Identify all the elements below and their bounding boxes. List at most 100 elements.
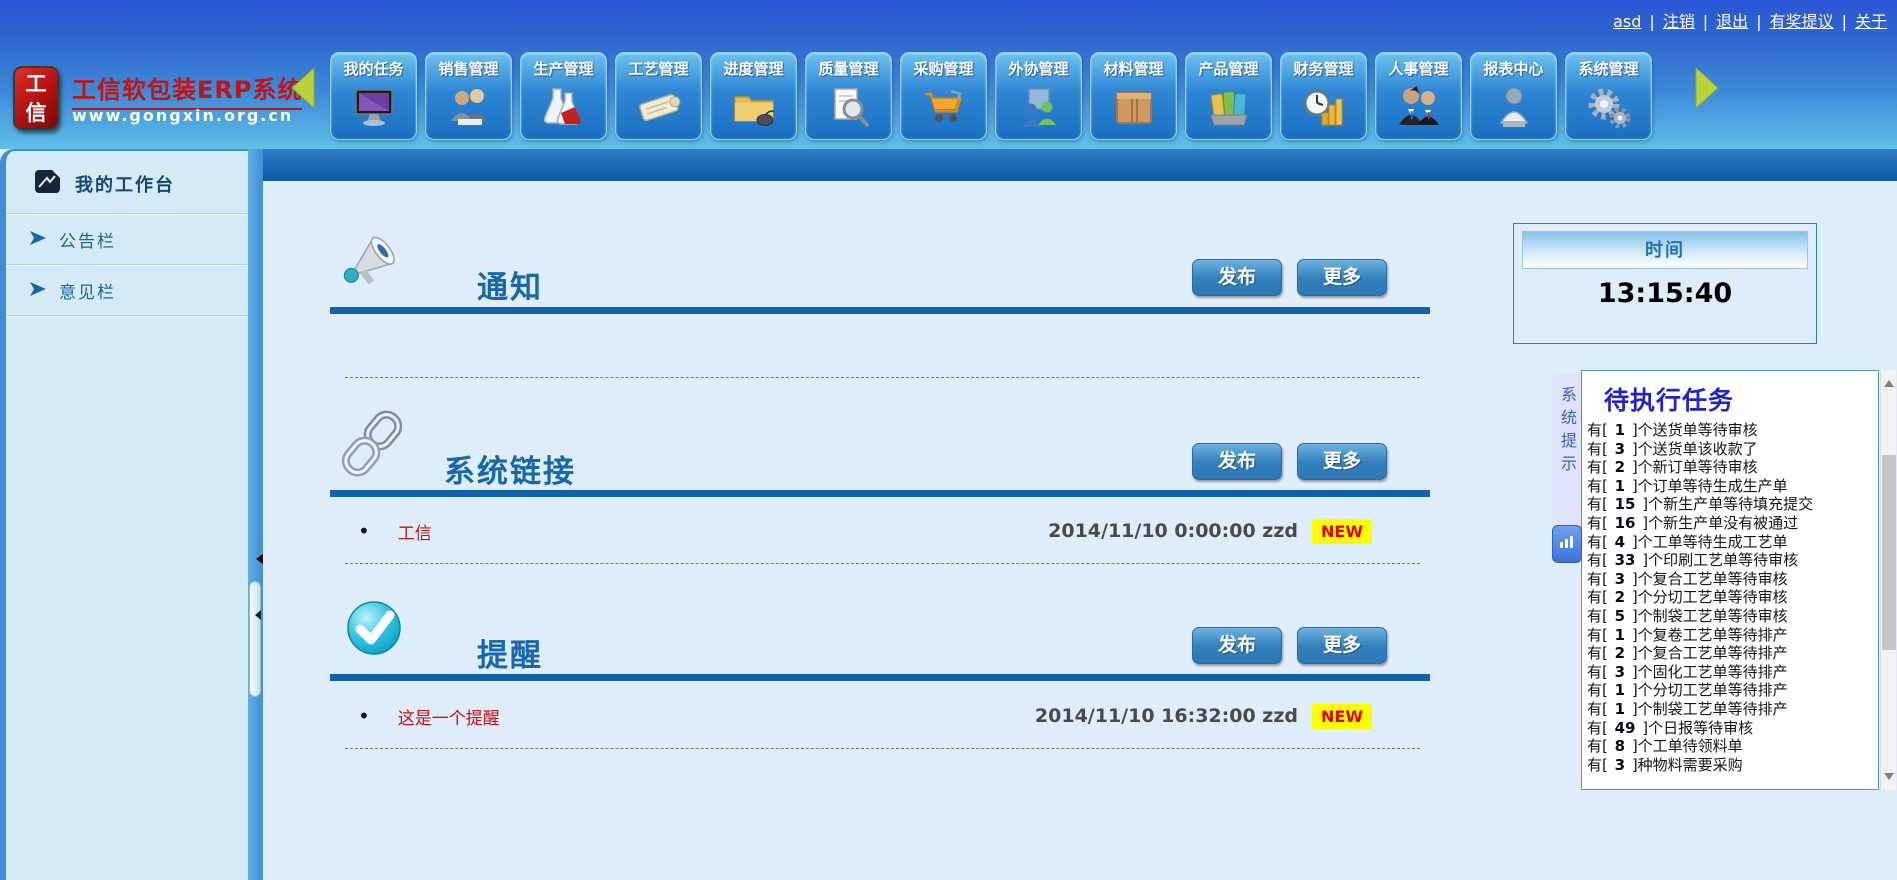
section-divider — [345, 563, 1420, 564]
box-icon — [1111, 85, 1157, 131]
task-item: 有[ 1 ]个送货单等待审核 — [1587, 421, 1758, 439]
content-top-bar — [263, 149, 1897, 181]
nav-item-2[interactable]: 生产管理 — [520, 52, 607, 140]
task-item: 有[ 1 ]个分切工艺单等待排产 — [1587, 681, 1788, 700]
links-section-rule — [330, 490, 1430, 497]
notice-publish-button[interactable]: 发布 — [1192, 259, 1282, 296]
task-list: 有[ 1 ]个送货单等待审核 有[ 3 ]个送货单该收款了 有[ 2 ]个新订单等待… — [1582, 421, 1878, 774]
link-separator: | — [1756, 12, 1762, 31]
reminder-entry-meta: 2014/11/10 16:32:00 zzd — [1034, 705, 1299, 727]
link-separator: | — [1702, 12, 1709, 31]
sidebar: 我的工作台 公告栏意见栏 — [0, 149, 248, 880]
nav-item-7[interactable]: 外协管理 — [995, 52, 1082, 140]
task-item: 有[ 8 ]个工单待领料单 — [1587, 737, 1743, 756]
nav-item-13[interactable]: 系统管理 — [1565, 52, 1652, 140]
nav-item-5[interactable]: 质量管理 — [805, 52, 892, 140]
nav-item-label: 报表中心 — [1483, 60, 1544, 78]
arrow-icon — [28, 280, 48, 302]
nav-item-8[interactable]: 材料管理 — [1090, 52, 1177, 140]
sidebar-item-1[interactable]: 意见栏 — [6, 265, 248, 316]
task-item: 有[ 1 ]个复卷工艺单等待排产 — [1587, 625, 1788, 644]
brand-logo: 工 信 — [13, 66, 59, 130]
task-item: 有[ 1 ]个订单等待生成生产单 — [1587, 476, 1788, 495]
sidebar-items: 公告栏意见栏 — [6, 214, 248, 316]
nav-item-12[interactable]: 报表中心 — [1470, 52, 1557, 140]
scroll-down-icon[interactable] — [1884, 773, 1894, 785]
app-title: 工信软包装ERP系统 — [72, 70, 303, 110]
reminder-section-title: 提醒 — [477, 638, 543, 674]
sidebar-item-0[interactable]: 公告栏 — [6, 214, 248, 265]
folders-icon — [1206, 85, 1252, 131]
link-entry-meta: 2014/11/10 0:00:00 zzd — [1048, 520, 1299, 542]
links-more-button[interactable]: 更多 — [1297, 443, 1387, 480]
topbar-links: asd | 注销 | 退出 | 有奖提议 | 关于 — [1607, 8, 1893, 32]
task-item: 有[ 3 ]种物料需要采购 — [1587, 755, 1743, 774]
nav-item-label: 材料管理 — [1103, 60, 1164, 78]
time-panel-title: 时间 — [1522, 231, 1808, 269]
nav-item-label: 质量管理 — [818, 60, 879, 78]
task-item: 有[ 15 ]个新生产单等待填充提交 — [1587, 495, 1814, 514]
nav-item-label: 人事管理 — [1388, 60, 1449, 78]
nav-item-11[interactable]: 人事管理 — [1375, 52, 1462, 140]
nav-scroll-left-icon[interactable] — [290, 66, 316, 110]
clock-value: 13:15:40 — [1597, 278, 1733, 309]
topbar-link-有奖提议[interactable]: 有奖提议 — [1770, 12, 1834, 31]
nav-item-label: 进度管理 — [723, 60, 784, 78]
reminder-section-rule — [330, 674, 1430, 681]
task-item: 有[ 2 ]个复合工艺单等待排产 — [1587, 644, 1788, 663]
page-header: asd | 注销 | 退出 | 有奖提议 | 关于 工 信 工信软包装ERP系统 www.gon… — [0, 0, 1897, 149]
nav-item-1[interactable]: 销售管理 — [425, 52, 512, 140]
sound-toggle-button[interactable] — [1552, 525, 1582, 563]
link-entry-text[interactable]: 工信 — [398, 519, 432, 544]
task-item: 有[ 16 ]个新生产单没有被通过 — [1587, 513, 1799, 532]
tasks-scrollbar[interactable] — [1880, 370, 1896, 790]
reminder-entry-row: • 这是一个提醒 2014/11/10 16:32:00 zzd NEW — [358, 700, 1372, 732]
reminder-publish-button[interactable]: 发布 — [1192, 627, 1282, 664]
notice-more-button[interactable]: 更多 — [1297, 259, 1387, 296]
nav-scroll-right-icon[interactable] — [1694, 66, 1720, 110]
collapse-arrow-icon[interactable] — [250, 553, 264, 565]
scroll-up-icon[interactable] — [1883, 375, 1894, 387]
system-hint-tab[interactable]: 系统提示 — [1552, 374, 1582, 545]
nav-item-label: 我的任务 — [343, 60, 404, 78]
topbar-link-关于[interactable]: 关于 — [1855, 12, 1887, 31]
nav-item-3[interactable]: 工艺管理 — [615, 52, 702, 140]
nav-item-0[interactable]: 我的任务 — [330, 52, 417, 140]
section-divider — [345, 748, 1420, 749]
gears-icon — [1586, 85, 1632, 131]
bullet-icon: • — [358, 519, 370, 543]
nav-item-label: 外协管理 — [1008, 60, 1069, 78]
time-panel: 时间 13:15:40 — [1513, 223, 1817, 344]
nav-item-10[interactable]: 财务管理 — [1280, 52, 1367, 140]
scrollbar-thumb[interactable] — [1882, 455, 1896, 650]
nav-item-6[interactable]: 采购管理 — [900, 52, 987, 140]
task-item: 有[ 4 ]个工单等待生成工艺单 — [1587, 532, 1788, 551]
nav-item-label: 产品管理 — [1198, 60, 1259, 78]
topbar-link-注销[interactable]: 注销 — [1663, 12, 1695, 31]
sidebar-splitter[interactable] — [248, 149, 264, 880]
splitter-handle[interactable] — [249, 581, 261, 697]
sidebar-item-label: 公告栏 — [59, 232, 116, 252]
nav-item-4[interactable]: 进度管理 — [710, 52, 797, 140]
clock-coins-icon — [1301, 85, 1347, 131]
nav-item-label: 销售管理 — [438, 60, 499, 78]
nav-item-9[interactable]: 产品管理 — [1185, 52, 1272, 140]
link-separator: | — [1649, 12, 1655, 31]
reminder-entry-text[interactable]: 这是一个提醒 — [398, 704, 500, 729]
task-item: 有[ 49 ]个日报等待审核 — [1587, 718, 1754, 737]
sound-icon — [1558, 533, 1576, 555]
topbar-link-user[interactable]: asd — [1613, 12, 1641, 31]
task-item: 有[ 2 ]个分切工艺单等待审核 — [1587, 588, 1788, 607]
sidebar-workbench-header[interactable]: 我的工作台 — [6, 151, 248, 214]
task-item: 有[ 3 ]个固化工艺单等待排产 — [1587, 662, 1788, 681]
people-icon — [1396, 85, 1442, 131]
scroll-icon — [636, 85, 682, 131]
task-item: 有[ 1 ]个制袋工艺单等待排产 — [1587, 699, 1788, 718]
topbar-link-退出[interactable]: 退出 — [1716, 12, 1748, 31]
sidebar-title: 我的工作台 — [75, 174, 175, 196]
task-item: 有[ 2 ]个新订单等待审核 — [1587, 458, 1758, 477]
reminder-more-button[interactable]: 更多 — [1297, 627, 1387, 664]
report-person-icon — [1491, 85, 1537, 131]
links-publish-button[interactable]: 发布 — [1192, 443, 1282, 480]
magnifier-doc-icon — [826, 85, 872, 131]
